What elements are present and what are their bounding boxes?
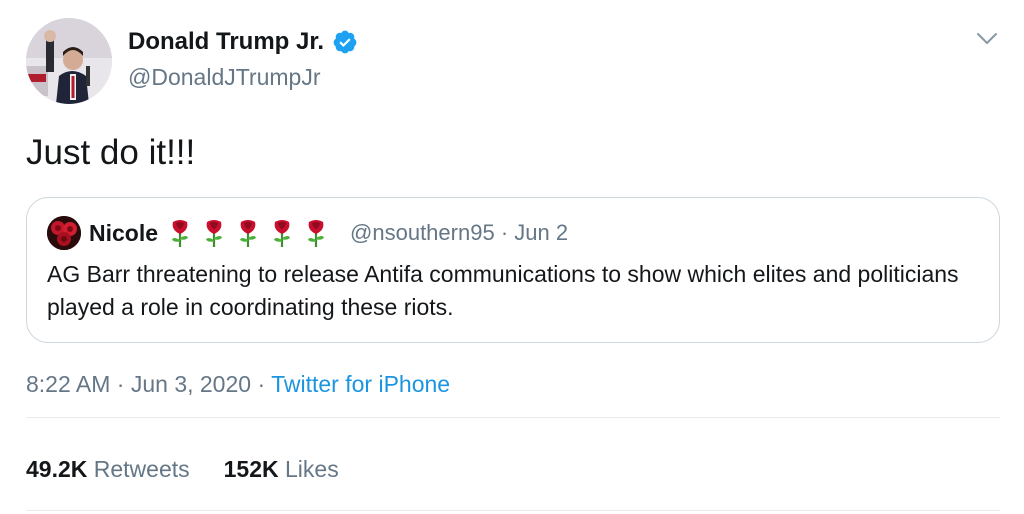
- rose-icon: [236, 218, 260, 248]
- likes-count: 152K: [223, 456, 279, 482]
- chevron-down-icon: [977, 33, 997, 44]
- quoted-author-handle: @nsouthern95: [350, 220, 495, 245]
- author-name[interactable]: Donald Trump Jr.: [128, 28, 324, 56]
- quoted-tweet-text: AG Barr threatening to release Antifa co…: [47, 261, 959, 320]
- rose-icon: [168, 218, 192, 248]
- retweets-count: 49.2K: [26, 456, 88, 482]
- separator: ·: [116, 371, 125, 397]
- tweet-source-link[interactable]: Twitter for iPhone: [271, 371, 450, 397]
- likes-stat[interactable]: 152K Likes: [224, 456, 339, 483]
- rose-icon: [304, 218, 328, 248]
- author-handle[interactable]: @DonaldJTrumpJr: [128, 64, 321, 91]
- quoted-date: Jun 2: [514, 220, 569, 245]
- retweets-stat[interactable]: 49.2K Retweets: [26, 456, 190, 483]
- divider: [26, 510, 1000, 511]
- retweets-label: Retweets: [93, 456, 190, 482]
- name-emoji-row: [168, 218, 328, 248]
- tweet-card: Donald Trump Jr. @DonaldJTrumpJr Just do…: [0, 0, 1024, 514]
- rose-icon: [202, 218, 226, 248]
- verified-badge-icon: [332, 29, 358, 55]
- tweet-menu-button[interactable]: [972, 26, 1002, 52]
- separator: ·: [257, 371, 266, 397]
- tweet-text: Just do it!!!: [26, 133, 196, 172]
- likes-label: Likes: [285, 456, 339, 482]
- quoted-tweet-card[interactable]: Nicole @nsouthern95 · Jun 2 AG Barr thre…: [26, 197, 1000, 343]
- author-name-row: Donald Trump Jr.: [128, 28, 358, 56]
- tweet-time[interactable]: 8:22 AM: [26, 371, 110, 397]
- quoted-tweet-header: Nicole @nsouthern95 · Jun 2: [47, 216, 568, 250]
- tweet-date[interactable]: Jun 3, 2020: [131, 371, 251, 397]
- tweet-meta-row: 8:22 AM · Jun 3, 2020 · Twitter for iPho…: [26, 371, 450, 398]
- author-avatar[interactable]: [26, 18, 112, 104]
- separator: ·: [500, 220, 509, 245]
- quoted-author-name: Nicole: [89, 219, 159, 246]
- quoted-handle-date: @nsouthern95 · Jun 2: [350, 220, 568, 246]
- divider: [26, 417, 1000, 418]
- rose-icon: [270, 218, 294, 248]
- tweet-stats: 49.2K Retweets 152K Likes: [26, 456, 339, 483]
- quoted-author-avatar: [47, 216, 81, 250]
